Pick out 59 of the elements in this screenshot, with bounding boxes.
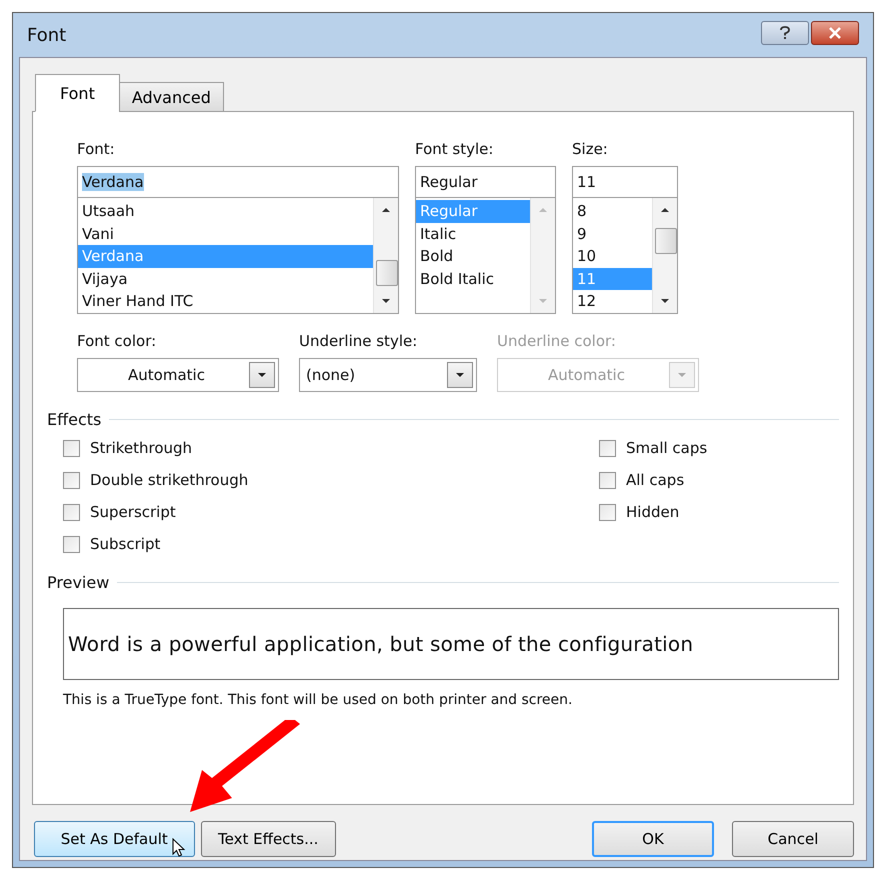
- field-label: Font color:: [77, 332, 158, 352]
- window-title: Font: [27, 24, 66, 46]
- field-label: Underline style:: [299, 332, 418, 352]
- checkbox[interactable]: Small caps: [599, 437, 708, 459]
- checkbox[interactable]: Superscript: [63, 501, 599, 523]
- input-field[interactable]: Verdana: [77, 166, 399, 198]
- list-item[interactable]: Vani: [78, 222, 373, 245]
- checkbox[interactable]: Double strikethrough: [63, 469, 599, 491]
- tab[interactable]: Advanced: [118, 82, 224, 112]
- list-item[interactable]: Italic: [416, 222, 530, 245]
- caret-icon: [677, 372, 687, 378]
- field-label: Underline color:: [497, 332, 617, 352]
- dialog-button[interactable]: Cancel: [732, 821, 854, 857]
- caret-icon: [455, 372, 465, 378]
- dropdown[interactable]: Automatic: [77, 358, 279, 392]
- checkbox[interactable]: Hidden: [599, 501, 708, 523]
- field-label: Font:: [77, 140, 116, 160]
- dropdown[interactable]: (none): [299, 358, 477, 392]
- scrollbar[interactable]: [652, 198, 677, 313]
- group-title: Preview: [47, 573, 110, 592]
- dialog-button[interactable]: Text Effects...: [200, 821, 336, 857]
- down-arrow-icon: [381, 297, 391, 305]
- help-icon: [779, 26, 791, 40]
- list-item[interactable]: 8: [573, 200, 652, 222]
- down-arrow-icon: [660, 297, 670, 305]
- dialog-button[interactable]: OK: [592, 821, 714, 857]
- scrollbar[interactable]: [373, 198, 398, 313]
- list-item[interactable]: Bold: [416, 245, 530, 268]
- help-button[interactable]: [761, 21, 809, 45]
- up-arrow-icon: [538, 206, 548, 214]
- scrollbar-thumb[interactable]: [655, 228, 677, 254]
- list-item[interactable]: Viner Hand ITC: [78, 290, 373, 312]
- close-button[interactable]: [811, 21, 859, 45]
- scrollbar-thumb[interactable]: [376, 260, 398, 286]
- input-field[interactable]: 11: [572, 166, 678, 198]
- group-title: Effects: [47, 410, 102, 429]
- list-item[interactable]: 12: [573, 290, 652, 312]
- list-item[interactable]: Utsaah: [78, 200, 373, 222]
- list-item[interactable]: 9: [573, 222, 652, 245]
- field-label: Size:: [572, 140, 609, 160]
- checkbox[interactable]: Subscript: [63, 533, 599, 555]
- checkbox[interactable]: Strikethrough: [63, 437, 599, 459]
- checkbox[interactable]: All caps: [599, 469, 708, 491]
- font-note: This is a TrueType font. This font will be used on both printer and screen.: [63, 692, 574, 708]
- dialog-button[interactable]: Set As Default: [34, 821, 194, 857]
- list-item[interactable]: Bold Italic: [416, 268, 530, 290]
- mouse-cursor-icon: [172, 838, 186, 858]
- caret-icon: [257, 372, 267, 378]
- up-arrow-icon: [381, 206, 391, 214]
- tab[interactable]: Font: [35, 74, 120, 112]
- input-field[interactable]: Regular: [415, 166, 556, 198]
- up-arrow-icon: [660, 206, 670, 214]
- scrollbar[interactable]: [530, 198, 555, 313]
- list-item[interactable]: Vijaya: [78, 268, 373, 290]
- down-arrow-icon: [538, 297, 548, 305]
- close-icon: [828, 27, 842, 39]
- preview-box: Word is a powerful application, but some of the configuration: [63, 608, 839, 680]
- list-item[interactable]: 10: [573, 245, 652, 268]
- field-label: Font style:: [415, 140, 494, 160]
